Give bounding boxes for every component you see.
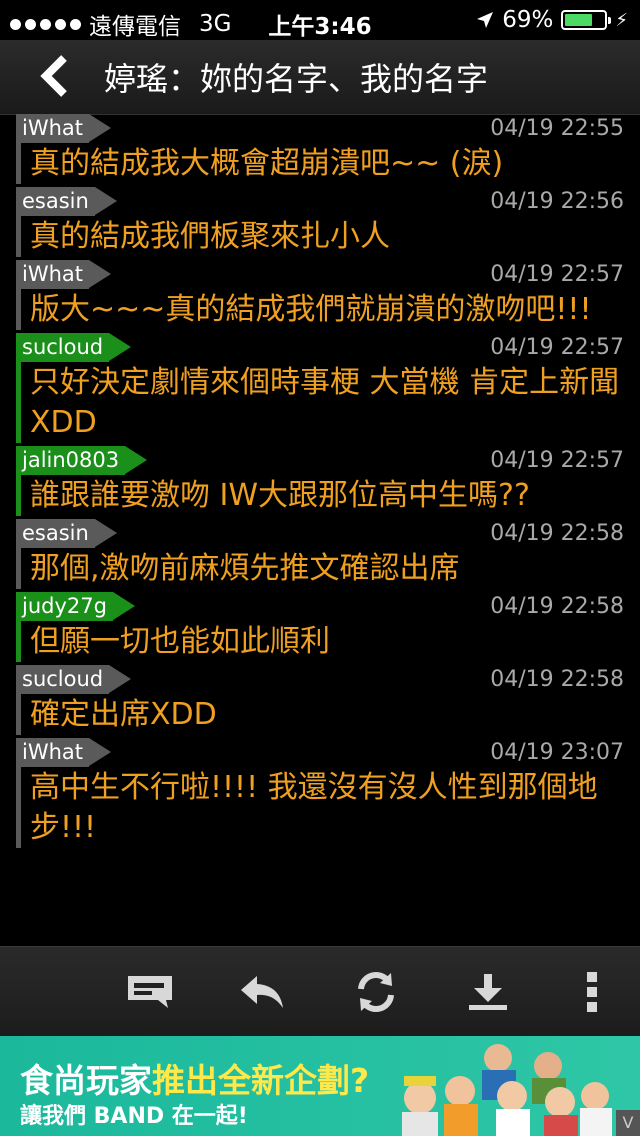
comment-header: judy27g 04/19 22:58 xyxy=(16,592,640,622)
comment-item[interactable]: iWhat 04/19 22:55 真的結成我大概會超崩潰吧~~ (淚) xyxy=(0,114,640,187)
comment-button[interactable] xyxy=(120,967,180,1017)
comment-header: iWhat 04/19 22:55 xyxy=(16,114,640,144)
comment-timestamp: 04/19 22:57 xyxy=(490,448,624,473)
download-icon xyxy=(469,974,507,1010)
comment-header: sucloud 04/19 22:57 xyxy=(16,333,640,363)
more-button[interactable] xyxy=(562,967,622,1017)
comment-author[interactable]: esasin xyxy=(16,519,117,548)
reply-button[interactable] xyxy=(232,967,292,1017)
page-title: 婷瑤：妳的名字、我的名字 xyxy=(104,60,489,98)
comment-author[interactable]: iWhat xyxy=(16,738,112,767)
comment-item[interactable]: sucloud 04/19 22:57 只好決定劇情來個時事梗 大當機 肯定上新聞X… xyxy=(0,333,640,446)
comment-text: 但願一切也能如此順利 xyxy=(30,624,330,659)
comment-header: esasin 04/19 22:58 xyxy=(16,519,640,549)
charging-icon: ⚡ xyxy=(615,9,628,31)
comment-timestamp: 04/19 22:57 xyxy=(490,262,624,287)
comment-author[interactable]: iWhat xyxy=(16,260,112,289)
comment-item[interactable]: iWhat 04/19 22:57 版大~~~真的結成我們就崩潰的激吻吧!!! xyxy=(0,260,640,333)
comment-header: iWhat 04/19 23:07 xyxy=(16,738,640,768)
bottom-toolbar xyxy=(0,946,640,1037)
comment-author[interactable]: sucloud xyxy=(16,665,132,694)
ad-badge[interactable]: V xyxy=(616,1110,640,1136)
comment-item[interactable]: jalin0803 04/19 22:57 誰跟誰要激吻 IW大跟那位高中生嗎?? xyxy=(0,446,640,519)
comment-text: 真的結成我們板聚來扎小人 xyxy=(30,219,390,254)
comment-timestamp: 04/19 23:07 xyxy=(490,740,624,765)
refresh-icon xyxy=(358,972,394,1012)
comment-timestamp: 04/19 22:57 xyxy=(490,335,624,360)
back-chevron-icon[interactable] xyxy=(38,54,72,98)
comment-timestamp: 04/19 22:55 xyxy=(490,116,624,141)
reply-icon xyxy=(241,976,283,1008)
location-arrow-icon xyxy=(477,12,494,28)
status-bar: 遠傳電信 3G 上午3:46 69% ⚡ xyxy=(0,0,640,40)
refresh-button[interactable] xyxy=(346,967,406,1017)
comment-author[interactable]: esasin xyxy=(16,187,117,216)
comment-text: 真的結成我大概會超崩潰吧~~ (淚) xyxy=(30,146,504,181)
comment-timestamp: 04/19 22:56 xyxy=(490,189,624,214)
comment-header: jalin0803 04/19 22:57 xyxy=(16,446,640,476)
comment-text: 誰跟誰要激吻 IW大跟那位高中生嗎?? xyxy=(30,478,530,513)
ad-title-highlight: 推出全新企劃? xyxy=(152,1061,370,1100)
comment-author[interactable]: judy27g xyxy=(16,592,135,621)
comment-header: sucloud 04/19 22:58 xyxy=(16,665,640,695)
comment-text: 那個,激吻前麻煩先推文確認出席 xyxy=(30,551,460,586)
more-icon xyxy=(587,972,597,1012)
comment-text: 確定出席XDD xyxy=(30,697,217,732)
ad-people-image xyxy=(402,1044,612,1136)
ad-title: 食尚玩家推出全新企劃? xyxy=(20,1054,369,1102)
comment-text: 只好決定劇情來個時事梗 大當機 肯定上新聞XDD xyxy=(30,365,620,440)
comment-author[interactable]: iWhat xyxy=(16,114,112,143)
comment-author[interactable]: jalin0803 xyxy=(16,446,148,475)
battery-icon xyxy=(561,10,612,30)
comment-header: iWhat 04/19 22:57 xyxy=(16,260,640,290)
comment-timestamp: 04/19 22:58 xyxy=(490,521,624,546)
ad-title-brand: 食尚玩家 xyxy=(20,1061,152,1100)
download-button[interactable] xyxy=(458,967,518,1017)
nav-header: 婷瑤：妳的名字、我的名字 xyxy=(0,40,640,115)
comment-item[interactable]: judy27g 04/19 22:58 但願一切也能如此順利 xyxy=(0,592,640,665)
comment-item[interactable]: esasin 04/19 22:56 真的結成我們板聚來扎小人 xyxy=(0,187,640,260)
ad-subtitle: 讓我們 BAND 在一起! xyxy=(20,1104,248,1129)
comment-author[interactable]: sucloud xyxy=(16,333,132,362)
comment-header: esasin 04/19 22:56 xyxy=(16,187,640,217)
comment-icon xyxy=(128,976,172,1008)
comment-timestamp: 04/19 22:58 xyxy=(490,667,624,692)
ad-banner[interactable]: 食尚玩家推出全新企劃? 讓我們 BAND 在一起! V xyxy=(0,1036,640,1136)
battery-percent: 69% xyxy=(502,7,554,33)
comment-text: 版大~~~真的結成我們就崩潰的激吻吧!!! xyxy=(30,292,592,327)
comment-item[interactable]: iWhat 04/19 23:07 高中生不行啦!!!! 我還沒有沒人性到那個地步!… xyxy=(0,738,640,851)
comment-timestamp: 04/19 22:58 xyxy=(490,594,624,619)
comment-item[interactable]: esasin 04/19 22:58 那個,激吻前麻煩先推文確認出席 xyxy=(0,519,640,592)
comment-text: 高中生不行啦!!!! 我還沒有沒人性到那個地步!!! xyxy=(30,770,598,845)
comment-item[interactable]: sucloud 04/19 22:58 確定出席XDD xyxy=(0,665,640,738)
comment-list[interactable]: iWhat 04/19 22:55 真的結成我大概會超崩潰吧~~ (淚) esasin… xyxy=(0,114,640,946)
